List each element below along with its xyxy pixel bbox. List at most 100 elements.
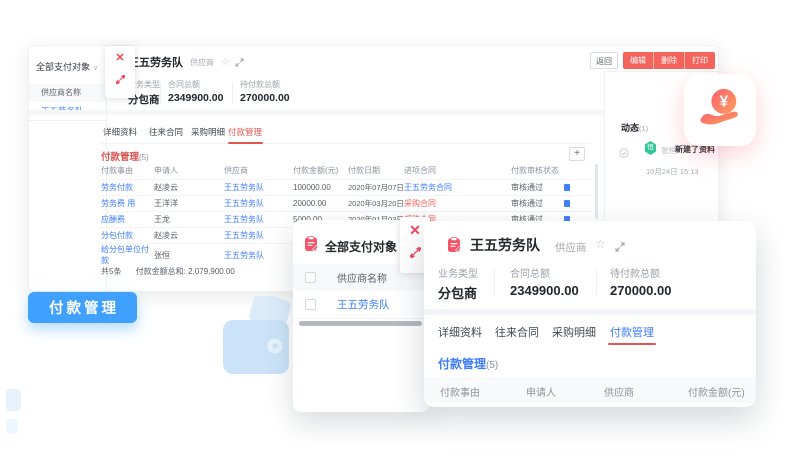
payment-app-icon-card: ¥ xyxy=(684,74,756,146)
payment-cause-link[interactable]: 应酬费 xyxy=(101,214,154,225)
payment-cause-link[interactable]: 劳务付款 xyxy=(101,182,154,193)
sidebar-panel-controls: ✕ xyxy=(105,46,135,98)
payment-cause-link[interactable]: 分包付款 xyxy=(101,230,154,241)
horizontal-scrollbar[interactable] xyxy=(299,321,422,326)
stat-pending-total: 待付款总额 270000.00 xyxy=(240,79,290,104)
stat-contract-total: 合同总额 2349900.00 xyxy=(168,79,223,104)
supplier-tag: 供应商 xyxy=(555,240,587,255)
receipt-icon[interactable] xyxy=(564,184,570,191)
fullscreen-icon[interactable] xyxy=(235,58,244,67)
row-checkbox[interactable] xyxy=(305,299,316,310)
receipt-icon[interactable] xyxy=(564,200,570,207)
table-row[interactable]: 劳务付款 赵凌云 王五劳务队 100000.00 2020年07月07日 王五劳… xyxy=(101,179,591,195)
tab-bar: 详细资料 往来合同 采购明细 付款管理 xyxy=(29,126,604,144)
stat-pending-total: 待付款总额 270000.00 xyxy=(610,265,671,298)
section-title: 付款管理(5) xyxy=(438,355,498,372)
clipboard-icon xyxy=(446,237,462,258)
stat-value: 270000.00 xyxy=(610,283,671,298)
contract-link[interactable]: 采购合同 xyxy=(404,198,511,209)
tab-baseline xyxy=(101,143,591,144)
col-header: 付款审核状态 xyxy=(511,165,564,176)
supplier-link[interactable]: 王五劳务队 xyxy=(224,182,293,193)
table-row[interactable]: 劳务费 用 王洋洋 王五劳务队 20000.00 2020年03月20日 采购合… xyxy=(101,195,591,211)
stat-label: 合同总额 xyxy=(510,265,579,280)
payment-cause-link[interactable]: 劳务费 用 xyxy=(101,198,154,209)
divider xyxy=(494,269,495,295)
table-header-row: 付款事由 申请人 供应商 付款金额(元) 付款日期 进项合同 付款审核状态 xyxy=(101,161,591,179)
favorite-star-icon[interactable]: ☆ xyxy=(595,237,606,251)
stat-value: 分包商 xyxy=(438,283,478,302)
col-header: 供应商 xyxy=(604,384,634,399)
divider xyxy=(604,71,718,72)
toolbar: 返回 编辑 删除 打印 xyxy=(590,52,715,69)
add-payment-button[interactable]: + xyxy=(569,147,585,161)
delete-button[interactable]: 删除 xyxy=(653,52,684,69)
col-header: 付款事由 xyxy=(440,384,480,399)
decor-blob xyxy=(6,389,21,411)
active-tab-underline xyxy=(228,142,263,144)
col-header: 付款事由 xyxy=(101,165,154,176)
tab-purchase[interactable]: 采购明细 xyxy=(552,324,596,340)
divider xyxy=(293,318,430,319)
edit-button[interactable]: 编辑 xyxy=(623,52,653,69)
clipboard-icon xyxy=(303,236,319,257)
back-button[interactable]: 返回 xyxy=(590,52,618,69)
col-header: 申请人 xyxy=(154,165,224,176)
vertical-scrollbar[interactable] xyxy=(595,164,598,219)
fullscreen-icon[interactable] xyxy=(615,239,625,257)
feature-label: 付款管理 xyxy=(28,292,137,323)
page: 全部支付对象∨ 供应商名称 王五劳务队 ✕ 王五劳务队 供应商 ☆ 返回 xyxy=(0,0,792,459)
chevron-down-icon: ∨ xyxy=(93,65,98,72)
payees-dropdown[interactable]: 全部支付对象∨ xyxy=(36,60,98,73)
print-button[interactable]: 打印 xyxy=(684,52,715,69)
stat-label: 合同总额 xyxy=(168,79,223,90)
section-title-text: 付款管理 xyxy=(438,357,486,371)
payees-dropdown-label[interactable]: 全部支付对象 xyxy=(325,238,397,255)
divider xyxy=(596,269,597,295)
supplier-link[interactable]: 王五劳务队 xyxy=(224,198,293,209)
applicant: 王龙 xyxy=(154,214,224,225)
contract-link[interactable]: 王五劳务合同 xyxy=(404,182,511,193)
activity-user: 张恒 xyxy=(661,145,676,156)
activity-count: (1) xyxy=(639,124,648,133)
tab-detail[interactable]: 详细资料 xyxy=(103,126,137,138)
zoom-detail-panel: 王五劳务队 供应商 ☆ 业务类型 分包商 合同总额 2349900.00 待付款… xyxy=(424,221,756,407)
tab-detail[interactable]: 详细资料 xyxy=(438,324,482,340)
stat-business-type: 业务类型 分包商 xyxy=(438,265,478,302)
stat-contract-total: 合同总额 2349900.00 xyxy=(510,265,579,298)
tab-purchase[interactable]: 采购明细 xyxy=(191,126,225,138)
supplier-link[interactable]: 王五劳务队 xyxy=(224,230,293,241)
check-circle-icon[interactable] xyxy=(619,145,629,155)
active-tab-underline xyxy=(608,343,656,345)
audit-status: 审核通过 xyxy=(511,198,564,209)
applicant: 赵凌云 xyxy=(154,230,224,241)
col-header: 申请人 xyxy=(526,384,556,399)
tab-contracts[interactable]: 往来合同 xyxy=(149,126,183,138)
action-button-group: 编辑 删除 打印 xyxy=(623,52,715,69)
applicant: 张恒 xyxy=(154,250,224,261)
payment-cause-link[interactable]: 给分包单位付款 xyxy=(101,244,154,266)
avatar: 恒 xyxy=(644,141,657,155)
hand-yuan-icon: ¥ xyxy=(697,87,743,133)
wallet-illustration xyxy=(217,296,297,382)
table-footer: 共5条 付款金额总和: 2,079,900.00 xyxy=(101,266,235,277)
supplier-tag: 供应商 xyxy=(190,57,214,68)
supplier-link[interactable]: 王五劳务队 xyxy=(224,214,293,225)
col-header: 付款金额(元) xyxy=(688,384,745,399)
section-divider xyxy=(29,110,604,115)
audit-status: 审核通过 xyxy=(511,182,564,193)
tab-payments[interactable]: 付款管理 xyxy=(228,126,262,138)
supplier-column-header: 供应商名称 xyxy=(337,270,387,285)
col-header: 付款金额(元) xyxy=(293,165,348,176)
select-all-checkbox[interactable] xyxy=(305,272,316,283)
supplier-list-item[interactable]: 王五劳务队 xyxy=(337,297,390,312)
payees-dropdown-label: 全部支付对象 xyxy=(36,62,90,72)
tab-payments[interactable]: 付款管理 xyxy=(610,324,654,340)
close-icon[interactable]: ✕ xyxy=(105,46,135,70)
tab-contracts[interactable]: 往来合同 xyxy=(495,324,539,340)
applicant: 赵凌云 xyxy=(154,182,224,193)
expand-icon[interactable] xyxy=(105,72,135,90)
supplier-link[interactable]: 王五劳务队 xyxy=(224,250,293,261)
favorite-star-icon[interactable]: ☆ xyxy=(221,57,230,68)
amount-sum: 付款金额总和: 2,079,900.00 xyxy=(136,267,235,276)
